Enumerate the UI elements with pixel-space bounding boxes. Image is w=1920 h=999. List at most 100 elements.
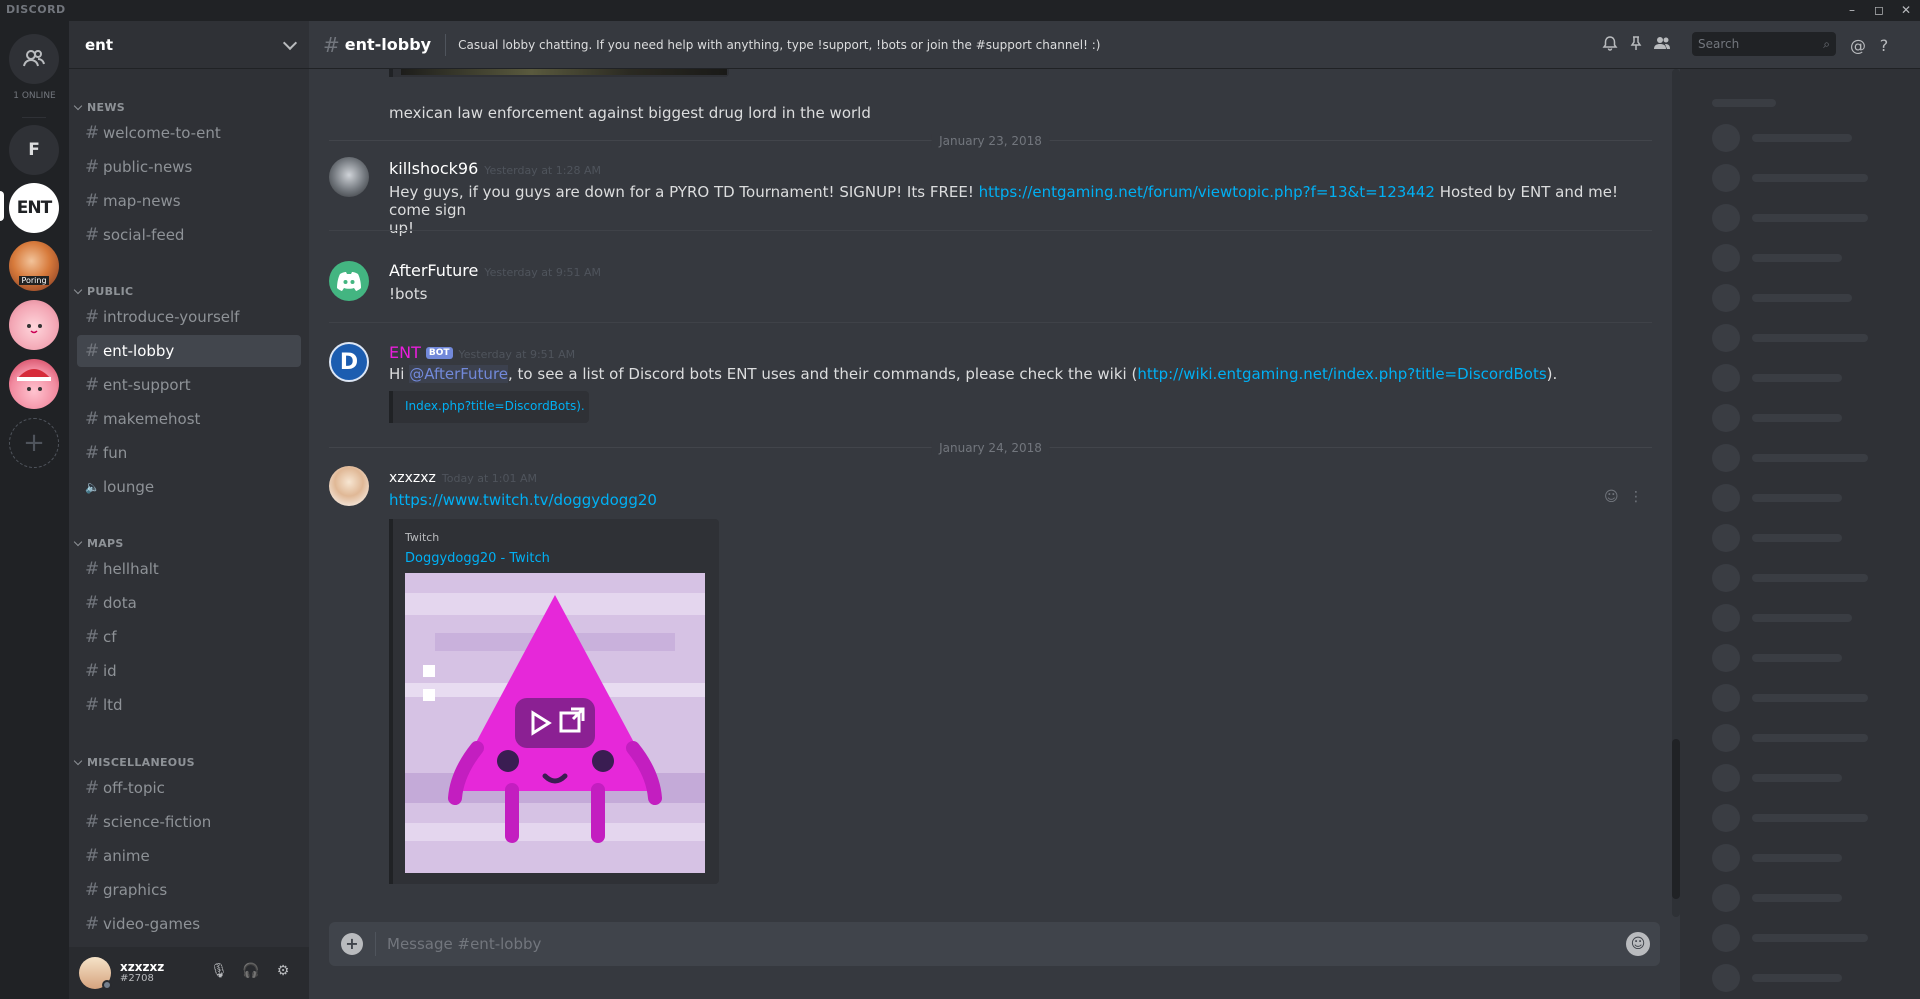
date-divider: January 23, 2018 xyxy=(329,134,1652,148)
member-list-icon[interactable] xyxy=(1651,35,1673,57)
message-divider xyxy=(329,322,1652,323)
hash-icon: # xyxy=(85,695,100,715)
message-timestamp: Yesterday at 9:51 AM xyxy=(484,266,602,279)
category-maps[interactable]: MAPS xyxy=(73,537,124,550)
ent-bot-avatar-letter: D xyxy=(339,349,359,375)
guild-ent[interactable]: ENT xyxy=(9,183,59,233)
guild-poring[interactable]: Poring xyxy=(9,241,59,291)
channel-makemehost[interactable]: # makemehost xyxy=(77,403,301,435)
channel-welcome-to-ent[interactable]: # welcome-to-ent xyxy=(77,117,301,149)
message-link[interactable]: https://www.twitch.tv/doggydogg20 xyxy=(389,491,657,509)
hash-icon: # xyxy=(85,914,100,934)
mute-microphone-icon[interactable]: 🎙 xyxy=(209,963,229,983)
guild-santa-blob[interactable] xyxy=(9,359,59,409)
channel-sidebar: ent NEWS # welcome-to-ent # public-news # m… xyxy=(69,21,309,999)
add-reaction-icon[interactable]: ☺ xyxy=(1604,489,1619,505)
message-text: https://www.twitch.tv/doggydogg20 xyxy=(389,491,657,509)
scrollbar-thumb[interactable] xyxy=(1672,739,1680,899)
guild-pink-blob[interactable] xyxy=(9,300,59,350)
avatar[interactable] xyxy=(79,957,112,990)
message-link[interactable]: https://entgaming.net/forum/viewtopic.ph… xyxy=(979,183,1435,201)
chevron-down-icon xyxy=(282,35,298,50)
channel-label: video-games xyxy=(103,915,201,933)
author-name[interactable]: ENT xyxy=(389,343,421,362)
message-divider xyxy=(329,230,1652,231)
message-link[interactable]: http://wiki.entgaming.net/index.php?titl… xyxy=(1137,365,1546,383)
caret-icon xyxy=(73,756,83,766)
bot-badge: BOT xyxy=(425,347,453,359)
avatar[interactable] xyxy=(329,157,369,197)
message-scrollbar[interactable] xyxy=(1672,69,1680,917)
channel-introduce-yourself[interactable]: # introduce-yourself xyxy=(77,301,301,333)
channel-ent-support[interactable]: # ent-support xyxy=(77,369,301,401)
category-public[interactable]: PUBLIC xyxy=(73,285,133,298)
embed-image[interactable] xyxy=(401,69,727,75)
channel-graphics[interactable]: # graphics xyxy=(77,874,301,906)
channel-video-games[interactable]: # video-games xyxy=(77,908,301,940)
user-mention[interactable]: @AfterFuture xyxy=(409,365,509,383)
avatar[interactable] xyxy=(329,261,369,301)
message-author[interactable]: ENT BOT Yesterday at 9:51 AM xyxy=(389,343,575,362)
channel-science-fiction[interactable]: # science-fiction xyxy=(77,806,301,838)
avatar[interactable]: D xyxy=(329,342,369,382)
chat-header: # ent-lobby Casual lobby chatting. If yo… xyxy=(309,21,1920,69)
hash-icon: # xyxy=(85,443,100,463)
embed-title[interactable]: Doggydogg20 - Twitch xyxy=(405,551,550,566)
guild-list: 1 ONLINE F ENT Poring + xyxy=(0,21,69,999)
user-info[interactable]: xzxzxz #2708 xyxy=(120,961,164,985)
help-icon[interactable]: ? xyxy=(1873,35,1895,57)
channel-label: makemehost xyxy=(103,410,201,428)
channel-fun[interactable]: # fun xyxy=(77,437,301,469)
hash-icon: # xyxy=(85,225,100,245)
channel-map-news[interactable]: # map-news xyxy=(77,185,301,217)
channel-hellhalt[interactable]: # hellhalt xyxy=(77,553,301,585)
bell-icon[interactable] xyxy=(1599,35,1621,57)
author-name[interactable]: AfterFuture xyxy=(389,261,478,280)
message-author[interactable]: AfterFuture Yesterday at 9:51 AM xyxy=(389,261,601,280)
minimize-button[interactable]: – xyxy=(1841,1,1863,19)
channel-label: graphics xyxy=(103,881,168,899)
emoji-picker-icon[interactable]: ☺ xyxy=(1626,932,1650,956)
username: xzxzxz xyxy=(120,960,165,974)
friends-home-button[interactable] xyxy=(9,34,59,84)
author-name[interactable]: killshock96 xyxy=(389,159,478,178)
server-header[interactable]: ent xyxy=(69,21,309,69)
message-text-part: Hey guys, if you guys are down for a PYR… xyxy=(389,183,979,201)
search-input[interactable]: Search ⌕ xyxy=(1692,32,1836,56)
more-options-icon[interactable]: ⋮ xyxy=(1629,489,1643,505)
channel-cf[interactable]: # cf xyxy=(77,621,301,653)
mentions-icon[interactable]: @ xyxy=(1847,35,1869,57)
channel-social-feed[interactable]: # social-feed xyxy=(77,219,301,251)
channel-ltd[interactable]: # ltd xyxy=(77,689,301,721)
upload-plus-icon[interactable]: + xyxy=(341,933,363,955)
composer-divider xyxy=(375,932,376,956)
author-name[interactable]: xzxzxz xyxy=(389,470,436,486)
pin-icon[interactable] xyxy=(1625,35,1647,57)
channel-off-topic[interactable]: # off-topic xyxy=(77,772,301,804)
app-brand: DISCORD xyxy=(6,3,66,16)
channel-id[interactable]: # id xyxy=(77,655,301,687)
close-button[interactable]: ✕ xyxy=(1895,1,1917,19)
maximize-button[interactable]: ◻ xyxy=(1868,1,1890,19)
headphones-icon[interactable]: 🎧 xyxy=(241,963,261,983)
category-news[interactable]: NEWS xyxy=(73,101,125,114)
message-list: mexican law enforcement against biggest … xyxy=(309,69,1680,917)
message-text: Hi @AfterFuture, to see a list of Discor… xyxy=(389,365,1649,383)
category-miscellaneous[interactable]: MISCELLANEOUS xyxy=(73,756,195,769)
message-input[interactable] xyxy=(387,932,1587,956)
embed-thumbnail[interactable] xyxy=(405,573,705,873)
channel-anime[interactable]: # anime xyxy=(77,840,301,872)
voice-channel-lounge[interactable]: 🔈 lounge xyxy=(77,471,301,503)
embed-link[interactable]: Index.php?title=DiscordBots). xyxy=(405,399,585,413)
channel-dota[interactable]: # dota xyxy=(77,587,301,619)
gear-icon[interactable]: ⚙ xyxy=(273,963,293,983)
channel-public-news[interactable]: # public-news xyxy=(77,151,301,183)
message-author[interactable]: killshock96 Yesterday at 1:28 AM xyxy=(389,159,601,178)
channel-ent-lobby[interactable]: # ent-lobby xyxy=(77,335,301,367)
message-timestamp: Yesterday at 1:28 AM xyxy=(484,164,601,177)
avatar[interactable] xyxy=(329,466,369,506)
message-author[interactable]: xzxzxz Today at 1:01 AM xyxy=(389,470,537,486)
add-server-button[interactable]: + xyxy=(9,418,59,468)
guild-f[interactable]: F xyxy=(9,125,59,175)
channel-label: dota xyxy=(103,594,137,612)
